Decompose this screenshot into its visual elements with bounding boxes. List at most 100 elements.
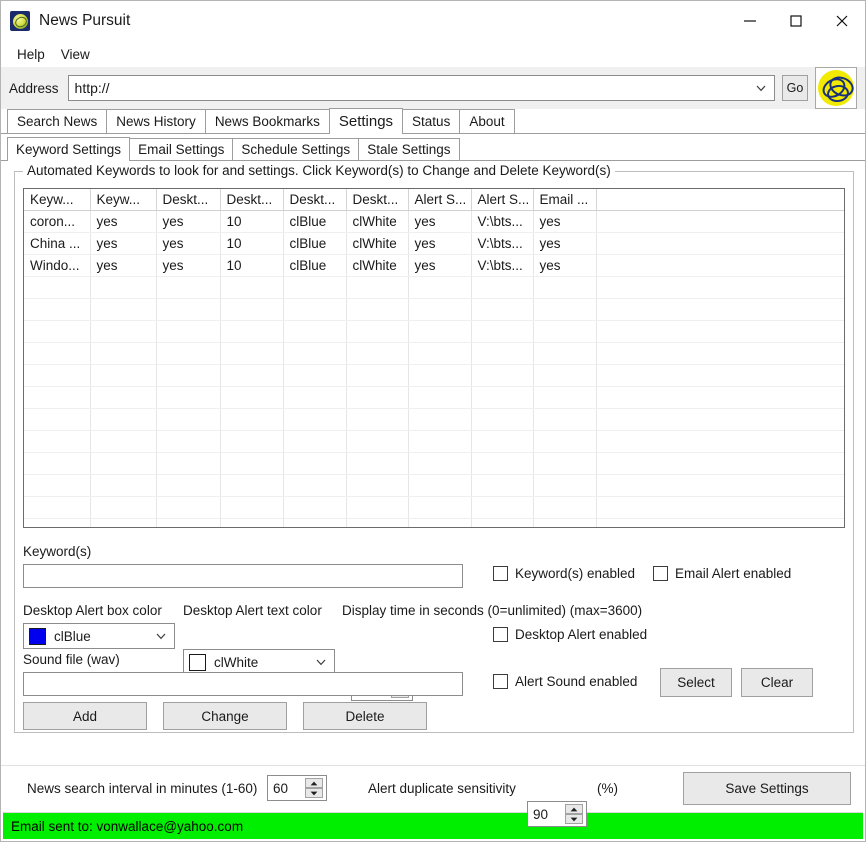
table-column-header[interactable]: Email ... (533, 189, 597, 211)
keywords-label: Keyword(s) (23, 544, 92, 559)
table-cell-empty (408, 452, 472, 475)
table-cell-empty (596, 342, 844, 365)
table-cell-empty (408, 408, 472, 431)
table-cell: yes (408, 210, 472, 233)
table-row-empty[interactable] (24, 342, 844, 365)
change-button[interactable]: Change (163, 702, 287, 730)
subtab-keyword-settings[interactable]: Keyword Settings (7, 137, 131, 161)
stepper-down-icon[interactable] (305, 788, 323, 798)
stepper-up-icon[interactable] (565, 804, 583, 814)
table-cell-empty (596, 474, 844, 497)
table-cell-empty (408, 298, 472, 321)
table-row-empty[interactable] (24, 364, 844, 387)
go-button[interactable]: Go (782, 75, 808, 101)
table-cell-empty (220, 496, 284, 519)
table-cell-empty (533, 364, 597, 387)
sound-file-input[interactable] (23, 672, 463, 696)
table-row[interactable]: Windo... yes yes 10 clBlue clWhite yes V:\bts..… (24, 254, 844, 277)
table-cell-empty (408, 342, 472, 365)
close-icon[interactable] (819, 6, 865, 36)
table-column-header[interactable]: Deskt... (220, 189, 284, 211)
color-swatch-text (189, 653, 206, 671)
table-column-header[interactable]: Keyw... (24, 189, 91, 211)
subtab-stale-settings[interactable]: Stale Settings (358, 138, 460, 160)
table-row-empty[interactable] (24, 474, 844, 497)
table-row-empty[interactable] (24, 408, 844, 431)
table-row-empty[interactable] (24, 518, 844, 527)
tab-news-history[interactable]: News History (106, 109, 206, 133)
tab-settings[interactable]: Settings (328, 108, 404, 134)
menu-item-view[interactable]: View (53, 45, 98, 64)
table-row-empty[interactable] (24, 276, 844, 299)
stepper-buttons[interactable] (565, 804, 583, 824)
table-row-empty[interactable] (24, 430, 844, 453)
table-cell: clWhite (346, 254, 409, 277)
table-cell-empty (471, 474, 534, 497)
address-label: Address (9, 80, 59, 96)
delete-button[interactable]: Delete (303, 702, 427, 730)
table-cell-empty (156, 386, 221, 409)
desktop-alert-enabled-checkbox[interactable]: Desktop Alert enabled (493, 627, 647, 642)
table-column-header[interactable]: Deskt... (156, 189, 221, 211)
table-cell-empty (24, 386, 91, 409)
stepper-down-icon[interactable] (565, 814, 583, 824)
keywords-input[interactable] (23, 564, 463, 588)
keywords-table[interactable]: Keyw... Keyw... Deskt... Deskt... Deskt... De… (23, 188, 845, 528)
sub-tab-bar: Keyword Settings Email Settings Schedule… (1, 137, 865, 161)
add-button[interactable]: Add (23, 702, 147, 730)
interval-stepper[interactable]: 60 (267, 775, 327, 801)
table-cell-empty (283, 518, 347, 527)
table-cell-empty (156, 496, 221, 519)
select-button[interactable]: Select (660, 668, 732, 697)
table-cell-filler (596, 254, 844, 277)
email-alert-enabled-checkbox[interactable]: Email Alert enabled (653, 566, 791, 581)
text-color-label: Desktop Alert text color (183, 603, 322, 618)
box-color-select[interactable]: clBlue (23, 623, 175, 649)
table-row-empty[interactable] (24, 386, 844, 409)
table-row-empty[interactable] (24, 298, 844, 321)
table-column-header[interactable]: Deskt... (346, 189, 409, 211)
chevron-down-icon[interactable] (315, 656, 327, 668)
interval-label: News search interval in minutes (1-60) (27, 781, 258, 796)
menu-item-help[interactable]: Help (9, 45, 53, 64)
chevron-down-icon[interactable] (155, 630, 167, 642)
table-cell-empty (220, 474, 284, 497)
sensitivity-stepper[interactable]: 90 (527, 801, 587, 827)
table-column-header[interactable]: Keyw... (90, 189, 157, 211)
table-cell-empty (24, 320, 91, 343)
table-cell-empty (346, 496, 409, 519)
alert-sound-enabled-checkbox[interactable]: Alert Sound enabled (493, 674, 637, 689)
stepper-up-icon[interactable] (305, 778, 323, 788)
maximize-icon[interactable] (773, 6, 819, 36)
table-cell-empty (283, 320, 347, 343)
stepper-buttons[interactable] (305, 778, 323, 798)
subtab-schedule-settings[interactable]: Schedule Settings (232, 138, 360, 160)
tab-about[interactable]: About (459, 109, 515, 133)
keywords-enabled-checkbox[interactable]: Keyword(s) enabled (493, 566, 635, 581)
table-cell-empty (90, 320, 157, 343)
table-column-header[interactable]: Alert S... (408, 189, 472, 211)
chevron-down-icon[interactable] (755, 82, 767, 94)
table-cell: V:\bts... (471, 210, 534, 233)
table-cell-empty (220, 430, 284, 453)
save-settings-button[interactable]: Save Settings (683, 772, 851, 805)
tab-search-news[interactable]: Search News (7, 109, 108, 133)
table-cell-empty (283, 276, 347, 299)
table-row[interactable]: coron... yes yes 10 clBlue clWhite yes V:\bts..… (24, 210, 844, 233)
subtab-email-settings[interactable]: Email Settings (129, 138, 234, 160)
minimize-icon[interactable] (727, 6, 773, 36)
table-row[interactable]: China ... yes yes 10 clBlue clWhite yes V:\bts.… (24, 232, 844, 255)
table-cell-empty (346, 408, 409, 431)
title-bar: News Pursuit (1, 1, 865, 41)
address-input[interactable]: http:// (67, 75, 775, 101)
table-cell-empty (346, 320, 409, 343)
table-cell-empty (24, 298, 91, 321)
tab-status[interactable]: Status (402, 109, 461, 133)
table-row-empty[interactable] (24, 496, 844, 519)
clear-button[interactable]: Clear (741, 668, 813, 697)
table-row-empty[interactable] (24, 320, 844, 343)
table-column-header[interactable]: Alert S... (471, 189, 534, 211)
table-column-header[interactable]: Deskt... (283, 189, 347, 211)
table-row-empty[interactable] (24, 452, 844, 475)
tab-news-bookmarks[interactable]: News Bookmarks (204, 109, 330, 133)
